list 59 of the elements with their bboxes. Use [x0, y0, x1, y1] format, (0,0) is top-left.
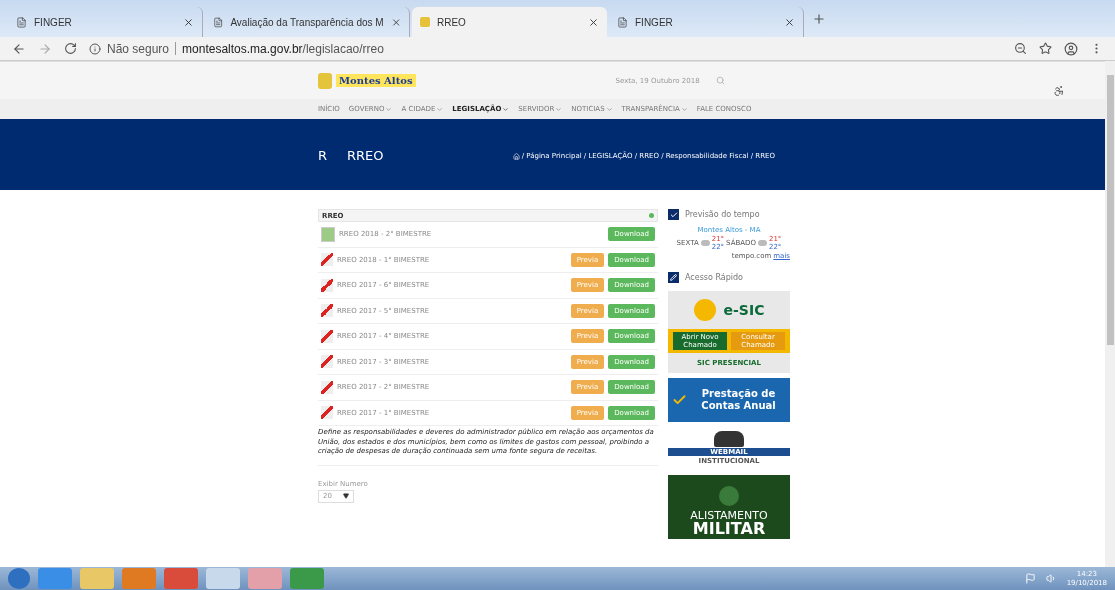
close-icon[interactable]	[784, 16, 795, 28]
home-icon	[512, 152, 520, 160]
collapse-icon[interactable]	[649, 213, 654, 218]
tab-title: FINGER	[34, 16, 73, 28]
chevron-icon	[502, 105, 510, 113]
caret-icon	[343, 493, 349, 499]
tab-title: FINGER	[635, 16, 674, 28]
pdf-icon	[321, 380, 333, 394]
chevron-icon	[385, 105, 393, 113]
accounts-banner[interactable]: Prestação de Contas Anual	[668, 378, 790, 422]
pdf-icon	[321, 253, 333, 267]
banner-text: ALISTAMENTO	[690, 510, 768, 521]
scroll-thumb[interactable]	[1106, 75, 1114, 345]
section-title: Previsão do tempo	[685, 210, 760, 219]
chevron-icon	[680, 105, 688, 113]
search-icon[interactable]	[715, 76, 725, 85]
page-icon	[617, 16, 628, 28]
accessibility-icon[interactable]	[1053, 85, 1065, 97]
forward-icon[interactable]	[38, 41, 52, 56]
banner-initial: R	[318, 148, 328, 163]
reload-icon[interactable]	[64, 42, 77, 55]
cloud-icon	[700, 240, 710, 246]
close-icon[interactable]	[183, 16, 194, 28]
tab-title: Avaliação da Transparência dos M	[230, 16, 384, 28]
account-icon[interactable]	[1064, 41, 1078, 56]
address-field[interactable]: montesaltos.ma.gov.br/legislacao/rreo	[182, 41, 384, 56]
close-icon[interactable]	[588, 16, 599, 28]
chevron-icon	[555, 105, 563, 113]
volume-icon[interactable]	[1045, 573, 1057, 584]
browser-tab[interactable]: RREO	[412, 7, 607, 37]
pdf-icon	[321, 304, 333, 318]
zoom-icon[interactable]	[1014, 42, 1027, 55]
pdf-icon	[321, 406, 333, 420]
page-icon	[16, 16, 27, 28]
security-label: Não seguro	[107, 41, 170, 56]
checkbox-icon	[668, 209, 679, 220]
start-icon[interactable]	[8, 568, 30, 589]
pencil-icon	[668, 272, 679, 283]
page-title: RREO	[347, 148, 384, 163]
back-icon[interactable]	[12, 41, 26, 56]
people-icon	[714, 431, 744, 447]
cloud-icon	[757, 240, 767, 246]
pdf-icon	[321, 278, 333, 292]
page-icon	[213, 16, 224, 28]
pdf-icon	[321, 355, 333, 369]
star-icon[interactable]	[1039, 42, 1052, 55]
new-tab-icon[interactable]	[812, 11, 826, 26]
logo[interactable]: Montes Altos	[336, 74, 416, 87]
section-title: Acesso Rápido	[685, 273, 743, 282]
spreadsheet-icon	[321, 226, 335, 242]
esic-title: e-SIC	[723, 302, 765, 318]
banner-text: MILITAR	[692, 521, 766, 537]
tab-title: RREO	[437, 16, 467, 28]
chevron-icon	[436, 105, 444, 113]
banner-text: Prestação de Contas Anual	[700, 388, 777, 412]
pdf-icon	[321, 329, 333, 343]
flag-icon[interactable]	[1024, 573, 1036, 584]
chevron-icon	[605, 105, 613, 113]
military-banner[interactable]: ALISTAMENTO MILITAR	[668, 475, 790, 539]
